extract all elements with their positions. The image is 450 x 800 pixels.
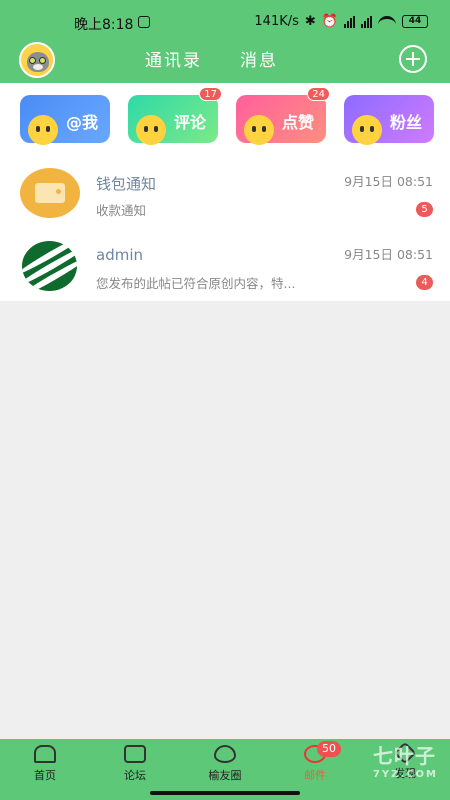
- watermark-brand: 七叶子: [372, 744, 436, 768]
- unread-badge: 4: [416, 275, 433, 290]
- tile-comments[interactable]: 评论 17: [128, 87, 222, 145]
- nav-home[interactable]: 首页: [15, 745, 75, 789]
- add-button[interactable]: [399, 45, 427, 73]
- tile-label: 粉丝: [389, 113, 422, 132]
- status-indicators: 141K/s ✱ ⏰ 44: [254, 14, 428, 29]
- nav-badge: 50: [317, 741, 341, 757]
- tile-label: 点赞: [281, 113, 314, 132]
- tile-likes[interactable]: 点赞 24: [236, 87, 330, 145]
- nav-circle[interactable]: 榆友圈: [195, 745, 255, 789]
- shield-icon: [138, 16, 150, 28]
- signal-icon: [344, 15, 355, 28]
- tile-badge: 17: [199, 87, 222, 101]
- nav-forum[interactable]: 论坛: [105, 745, 165, 789]
- nav-label: 论坛: [124, 769, 146, 782]
- message-category-tiles: @我 评论 17 点赞 24 粉丝: [0, 83, 450, 155]
- tile-badge: 24: [307, 87, 330, 101]
- nav-label: 榆友圈: [208, 769, 242, 782]
- status-time: 晚上8:18: [74, 17, 134, 33]
- user-avatar[interactable]: [19, 42, 55, 78]
- bluetooth-icon: ✱: [304, 14, 316, 29]
- watermark-site: 7YZ.COM: [372, 769, 438, 780]
- network-speed: 141K/s: [254, 14, 299, 29]
- watermark-logo: 七叶子 7YZ.COM: [373, 740, 438, 780]
- unread-badge: 5: [416, 202, 433, 217]
- tile-mentions[interactable]: @我: [20, 95, 110, 145]
- admin-logo-icon: [22, 241, 77, 291]
- nav-label: 邮件: [304, 769, 326, 782]
- tile-label: 评论: [173, 113, 206, 132]
- home-indicator: [150, 791, 300, 795]
- emoji-icon: [136, 115, 166, 145]
- tile-label: @我: [65, 113, 98, 132]
- list-item[interactable]: 钱包通知 收款通知 9月15日 08:51 5: [0, 155, 450, 228]
- list-item[interactable]: admin 您发布的此帖已符合原创内容，特... 9月15日 08:51 4: [0, 228, 450, 301]
- emoji-icon: [28, 115, 58, 145]
- nav-mail[interactable]: 50 邮件: [285, 741, 345, 789]
- avatar-cat-face: [27, 52, 49, 72]
- battery-icon: 44: [402, 15, 428, 28]
- alarm-icon: ⏰: [321, 14, 338, 29]
- tile-fans[interactable]: 粉丝: [344, 95, 434, 145]
- signal-icon: [361, 15, 372, 28]
- conversation-preview: 收款通知: [96, 203, 147, 218]
- conversation-preview: 您发布的此帖已符合原创内容，特...: [96, 276, 296, 291]
- status-bar: 晚上8:18 141K/s ✱ ⏰ 44: [0, 0, 450, 42]
- tab-messages[interactable]: 消息: [240, 46, 278, 71]
- forum-icon: [124, 745, 146, 763]
- conversation-title: 钱包通知: [96, 175, 157, 193]
- heart-icon: [214, 745, 236, 763]
- wifi-icon: [378, 15, 396, 28]
- tab-contacts[interactable]: 通讯录: [145, 46, 202, 71]
- wallet-icon: [20, 168, 80, 218]
- emoji-icon: [352, 115, 382, 145]
- conversation-list: 钱包通知 收款通知 9月15日 08:51 5 admin 您发布的此帖已符合原…: [0, 155, 450, 301]
- emoji-icon: [244, 115, 274, 145]
- conversation-time: 9月15日 08:51: [344, 174, 433, 189]
- nav-label: 首页: [34, 769, 56, 782]
- conversation-title: admin: [96, 246, 143, 264]
- conversation-time: 9月15日 08:51: [344, 247, 433, 262]
- home-icon: [34, 745, 56, 763]
